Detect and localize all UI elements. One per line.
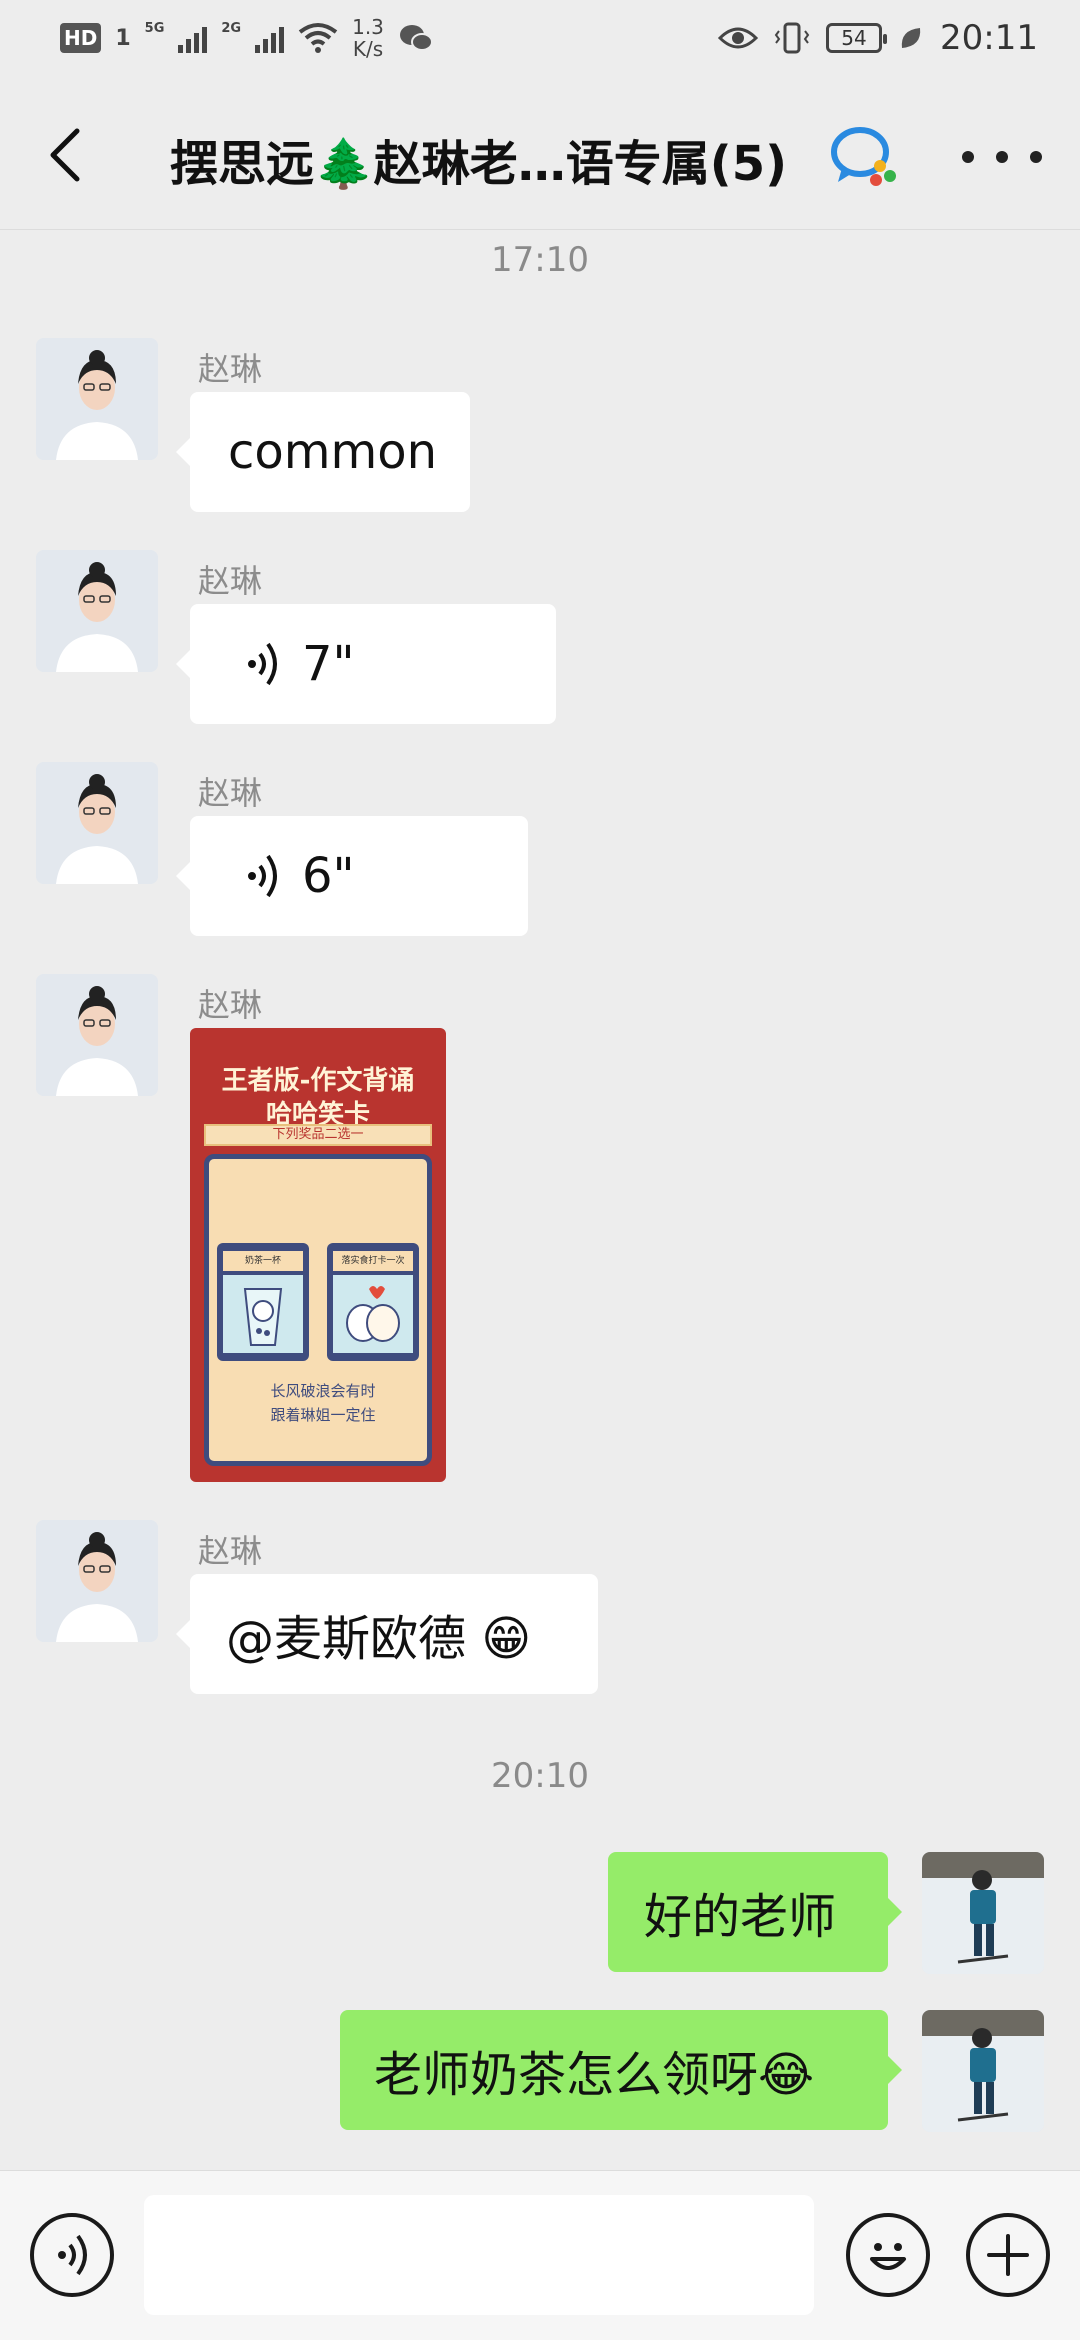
message-text: @麦斯欧德 😁: [226, 1611, 532, 1667]
outgoing-message-bubble[interactable]: 好的老师: [608, 1852, 902, 1972]
teacher-portrait-icon: [36, 1520, 158, 1642]
signal-bars-1-icon: [178, 23, 208, 53]
chevron-left-icon: [50, 128, 80, 182]
emoji-button[interactable]: [846, 2213, 930, 2297]
eye-icon: [718, 27, 759, 49]
prize-label: 落实食打卡一次: [333, 1251, 413, 1271]
outgoing-message-bubble[interactable]: 老师奶茶怎么领呀😂: [340, 2010, 902, 2130]
network-type-1: 5G: [144, 20, 165, 36]
dot-icon: [996, 151, 1008, 163]
avatar-teacher[interactable]: [36, 550, 158, 672]
speed-unit: K/s: [352, 37, 384, 61]
sender-name: 赵琳: [198, 562, 263, 600]
hd-badge: HD: [60, 23, 102, 53]
message-bubble[interactable]: @麦斯欧德 😁: [176, 1574, 598, 1694]
plus-icon: [987, 2234, 1029, 2276]
voice-duration: 7": [302, 636, 355, 692]
speed-value: 1.3: [352, 15, 384, 39]
avatar-teacher[interactable]: [36, 762, 158, 884]
voice-wave-icon: [248, 854, 277, 898]
dot-icon: [962, 151, 974, 163]
skier-photo-icon: [922, 1852, 1044, 1974]
network-speed: 1.3 K/s: [352, 16, 384, 60]
card-line-1: 长风破浪会有时: [270, 1382, 376, 1400]
input-bar: [0, 2170, 1080, 2340]
skier-photo-icon: [922, 2010, 1044, 2132]
hug-icon: [333, 1275, 413, 1353]
sender-name: 赵琳: [198, 986, 263, 1024]
sender-name: 赵琳: [198, 350, 263, 388]
teacher-portrait-icon: [36, 762, 158, 884]
network-type-2: 2G: [221, 20, 242, 36]
timestamp: 20:10: [491, 1756, 589, 1796]
more-functions-button[interactable]: [966, 2213, 1050, 2297]
voice-input-button[interactable]: [30, 2213, 114, 2297]
vibrate-icon: [774, 22, 810, 54]
milk-tea-icon: [223, 1275, 303, 1353]
avatar-teacher[interactable]: [36, 338, 158, 460]
image-message[interactable]: 王者版-作文背诵 哈哈笑卡 下列奖品二选一 奶茶一杯 落实食打卡一次 长风破浪会…: [190, 1028, 446, 1482]
more-options-button[interactable]: [962, 132, 1042, 182]
card-line-2: 跟着琳姐一定住: [270, 1406, 376, 1424]
avatar-teacher[interactable]: [36, 1520, 158, 1642]
prize-label: 奶茶一杯: [223, 1251, 303, 1271]
signal-bars-2-icon: [255, 23, 285, 53]
smiley-icon: [870, 2243, 906, 2270]
voice-message-bubble[interactable]: 6": [176, 816, 528, 936]
wechat-icon: [399, 25, 433, 51]
teacher-portrait-icon: [36, 338, 158, 460]
battery-indicator: 54: [826, 23, 888, 53]
leaf-icon: [901, 28, 921, 48]
timestamp: 17:10: [491, 240, 589, 280]
avatar-teacher[interactable]: [36, 974, 158, 1096]
sender-name: 赵琳: [198, 774, 263, 812]
status-left: HD 1 5G 2G 1.3 K/s: [60, 16, 434, 60]
message-text: 老师奶茶怎么领呀😂: [374, 2047, 815, 2103]
status-bar: HD 1 5G 2G 1.3 K/s 54 20:11: [0, 0, 1080, 80]
card-subtitle: 下列奖品二选一: [204, 1124, 432, 1146]
message-bubble[interactable]: common: [176, 392, 470, 512]
chat-header: 摆思远🌲赵琳老…语专属(5): [0, 80, 1080, 230]
card-text: 长风破浪会有时 跟着琳姐一定住: [219, 1379, 427, 1427]
message-text: 好的老师: [644, 1889, 837, 1945]
message-text: common: [228, 424, 438, 480]
avatar-self[interactable]: [922, 1852, 1044, 1974]
dot-icon: [1030, 151, 1042, 163]
wifi-icon: [298, 23, 338, 53]
back-button[interactable]: [36, 122, 92, 188]
sender-name: 赵琳: [198, 1532, 263, 1570]
prize-option-2: 落实食打卡一次: [327, 1243, 419, 1361]
chat-title: 摆思远🌲赵琳老…语专属(5): [170, 136, 788, 192]
avatar-self[interactable]: [922, 2010, 1044, 2132]
status-right: 54 20:11: [718, 18, 1038, 58]
teacher-portrait-icon: [36, 974, 158, 1096]
message-input[interactable]: [144, 2195, 814, 2315]
voice-icon: [58, 2234, 87, 2276]
voice-duration: 6": [302, 848, 355, 904]
card-title: 王者版-作文背诵: [221, 1066, 415, 1096]
prize-option-1: 奶茶一杯: [217, 1243, 309, 1361]
voice-message-bubble[interactable]: 7": [176, 604, 556, 724]
teacher-portrait-icon: [36, 550, 158, 672]
sim-indicator: 1: [115, 25, 131, 51]
voice-wave-icon: [248, 642, 277, 686]
clock: 20:11: [940, 18, 1038, 58]
enterprise-wechat-icon: [831, 127, 896, 186]
card-panel: 奶茶一杯 落实食打卡一次 长风破浪会有时 跟着琳姐一定住: [204, 1154, 432, 1466]
